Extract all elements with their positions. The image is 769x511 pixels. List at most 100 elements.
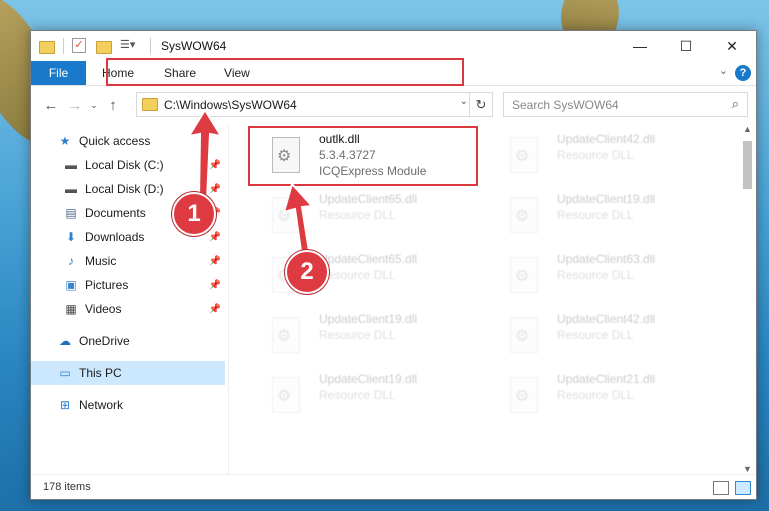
properties-icon[interactable]: ✓ [72, 38, 88, 54]
sidebar-item-label: Documents [85, 206, 146, 220]
file-item[interactable]: UpdateClient19.dll Resource DLL [487, 188, 715, 244]
sidebar-item-label: Videos [85, 302, 122, 316]
sidebar-item-label: OneDrive [79, 334, 130, 348]
file-description: Resource DLL [557, 208, 634, 222]
folder-icon [142, 98, 158, 111]
address-highlight-box [106, 58, 464, 86]
file-name: UpdateClient65.dll [319, 252, 418, 266]
help-icon[interactable]: ? [735, 65, 751, 81]
search-input[interactable]: Search SysWOW64 ⌕ [503, 92, 748, 117]
status-bar: 178 items [31, 474, 756, 499]
file-description: Resource DLL [319, 328, 396, 342]
dll-file-icon [510, 377, 538, 413]
address-dropdown-icon[interactable]: ⌄ [460, 96, 468, 107]
explorer-window: ✓ ☰▾ SysWOW64 — ☐ ✕ File Home Share View… [30, 30, 757, 500]
pin-icon[interactable]: 📌 [209, 304, 221, 315]
sidebar-item-label: Pictures [85, 278, 129, 292]
file-name: UpdateClient19.dll [557, 192, 656, 206]
details-view-icon[interactable] [713, 481, 729, 495]
file-description: Resource DLL [557, 328, 634, 342]
file-name: UpdateClient19.dll [319, 372, 418, 386]
music-icon: ♪ [68, 254, 74, 268]
downloads-icon: ⬇ [65, 230, 77, 244]
new-folder-icon[interactable] [96, 38, 112, 54]
file-item[interactable]: UpdateClient42.dll Resource DLL [487, 308, 715, 364]
pin-icon[interactable]: 📌 [209, 256, 221, 267]
this-pc-icon: ▭ [59, 366, 71, 380]
file-description: Resource DLL [319, 268, 396, 282]
sidebar-item-label: Network [79, 398, 124, 412]
file-description: Resource DLL [319, 208, 396, 222]
documents-icon: ▤ [65, 206, 77, 220]
sidebar-item-network[interactable]: ⊞ Network [31, 393, 225, 417]
file-tab[interactable]: File [31, 61, 86, 85]
refresh-icon[interactable]: ↻ [469, 93, 492, 116]
customize-toolbar-icon[interactable]: ☰▾ [120, 38, 136, 54]
up-arrow-icon[interactable]: ↑ [101, 97, 125, 114]
search-icon: ⌕ [731, 96, 739, 111]
scrollbar-thumb[interactable] [743, 141, 752, 189]
network-icon: ⊞ [59, 398, 71, 412]
file-item[interactable]: UpdateClient21.dll Resource DLL [487, 368, 715, 424]
file-name: UpdateClient42.dll [557, 132, 656, 146]
sidebar-item-music[interactable]: ♪ Music 📌 [31, 249, 225, 273]
step-badge-2: 2 [285, 250, 329, 294]
sidebar-item-label: Local Disk (C:) [85, 158, 164, 172]
forward-arrow-icon[interactable]: → [63, 97, 87, 114]
file-description: Resource DLL [319, 388, 396, 402]
dll-file-icon [272, 377, 300, 413]
star-icon: ★ [59, 134, 71, 148]
folder-icon[interactable] [39, 38, 55, 54]
pin-icon[interactable]: 📌 [209, 232, 221, 243]
drive-icon: ▬ [65, 158, 77, 172]
onedrive-icon: ☁ [59, 334, 71, 348]
sidebar-item-label: Music [85, 254, 117, 268]
file-name: UpdateClient63.dll [557, 252, 656, 266]
dll-file-icon [510, 137, 538, 173]
pictures-icon: ▣ [65, 278, 77, 292]
annotation-arrow-1 [186, 110, 224, 200]
scroll-down-icon[interactable]: ▼ [739, 464, 756, 474]
back-arrow-icon[interactable]: ← [39, 97, 63, 114]
file-item[interactable]: UpdateClient42.dll Resource DLL [487, 128, 715, 184]
recent-locations-icon[interactable]: ⌄ [87, 100, 101, 111]
minimize-button[interactable]: — [617, 31, 663, 61]
dll-file-icon [272, 317, 300, 353]
step-badge-1: 1 [172, 192, 216, 236]
sidebar-item-onedrive[interactable]: ☁ OneDrive [31, 329, 225, 353]
sidebar-item-label: Local Disk (D:) [85, 182, 164, 196]
divider [150, 38, 151, 54]
sidebar-item-pictures[interactable]: ▣ Pictures 📌 [31, 273, 225, 297]
search-placeholder: Search SysWOW64 [512, 97, 619, 112]
sidebar-item-label: Downloads [85, 230, 145, 244]
dll-file-icon [510, 317, 538, 353]
file-highlight-box [248, 126, 478, 186]
dll-file-icon [510, 257, 538, 293]
drive-icon: ▬ [65, 182, 77, 196]
address-path: C:\Windows\SysWOW64 [164, 97, 297, 112]
dll-file-icon [510, 197, 538, 233]
vertical-scrollbar[interactable]: ▲ ▼ [739, 124, 756, 474]
sidebar-item-videos[interactable]: ▦ Videos 📌 [31, 297, 225, 321]
file-name: UpdateClient19.dll [319, 312, 418, 326]
pin-icon[interactable]: 📌 [209, 280, 221, 291]
item-count: 178 items [43, 481, 91, 493]
sidebar-item-this-pc[interactable]: ▭ This PC [31, 361, 225, 385]
file-description: Resource DLL [557, 388, 634, 402]
file-name: UpdateClient42.dll [557, 312, 656, 326]
file-item[interactable]: UpdateClient19.dll Resource DLL [249, 308, 477, 364]
expand-ribbon-icon[interactable]: ⌄ [719, 64, 728, 77]
maximize-button[interactable]: ☐ [663, 31, 709, 61]
navigation-bar: ← → ⌄ ↑ C:\Windows\SysWOW64 ⌄ ↻ Search S… [31, 86, 756, 124]
scroll-up-icon[interactable]: ▲ [739, 124, 756, 134]
close-button[interactable]: ✕ [709, 31, 755, 61]
file-name: UpdateClient21.dll [557, 372, 656, 386]
window-title: SysWOW64 [161, 39, 227, 53]
file-description: Resource DLL [557, 148, 634, 162]
file-item[interactable]: UpdateClient19.dll Resource DLL [249, 368, 477, 424]
title-bar: ✓ ☰▾ SysWOW64 — ☐ ✕ [31, 31, 756, 61]
file-item[interactable]: UpdateClient63.dll Resource DLL [487, 248, 715, 304]
file-description: Resource DLL [557, 268, 634, 282]
large-icons-view-icon[interactable] [735, 481, 751, 495]
file-name: UpdateClient65.dll [319, 192, 418, 206]
